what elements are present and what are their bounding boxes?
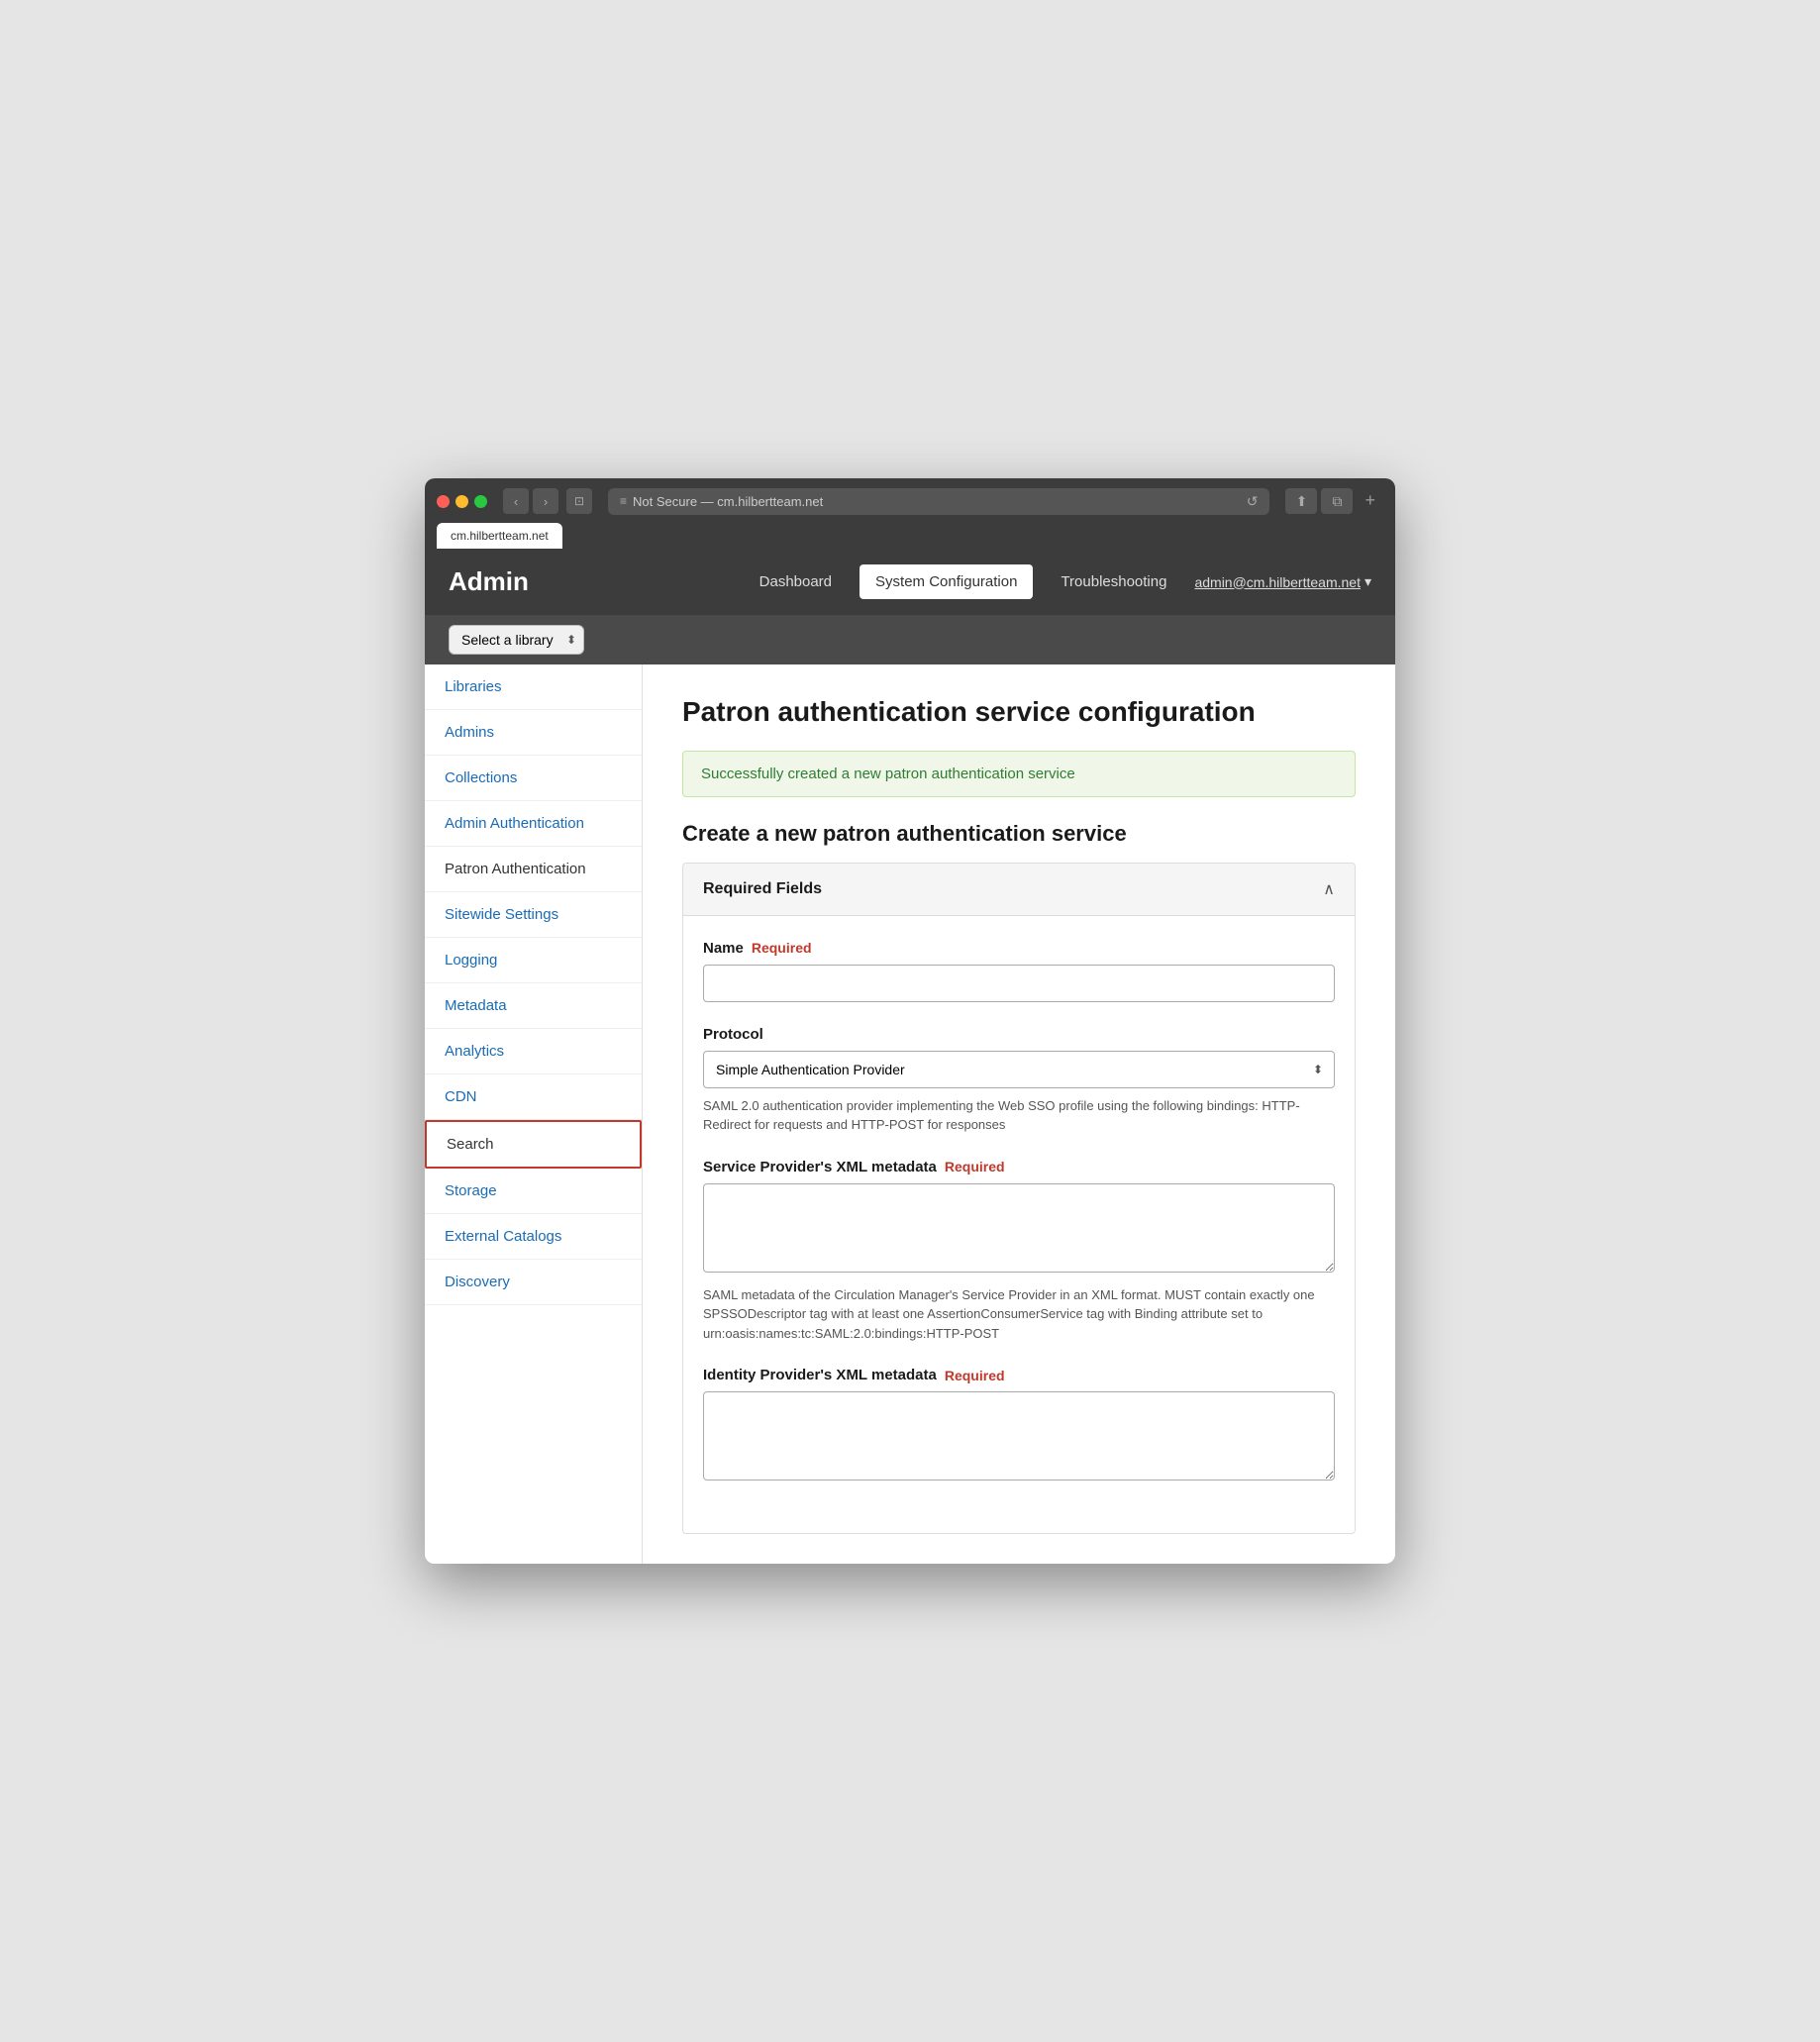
sidebar-item-admins[interactable]: Admins: [425, 710, 642, 756]
header-user[interactable]: admin@cm.hilbertteam.net ▾: [1194, 573, 1371, 590]
duplicate-tab-button[interactable]: ⧉: [1321, 488, 1353, 514]
success-message: Successfully created a new patron authen…: [701, 766, 1075, 782]
sidebar-item-storage[interactable]: Storage: [425, 1169, 642, 1214]
sp-xml-required-badge: Required: [945, 1159, 1005, 1174]
sidebar: Libraries Admins Collections Admin Authe…: [425, 664, 643, 1564]
reload-button[interactable]: ↺: [1247, 493, 1259, 510]
create-section-title: Create a new patron authentication servi…: [682, 821, 1356, 847]
header-nav: Dashboard System Configuration Troublesh…: [759, 564, 1371, 600]
browser-chrome: ‹ › ⊡ ≡ Not Secure — cm.hilbertteam.net …: [425, 478, 1395, 549]
close-traffic-light[interactable]: [437, 495, 450, 508]
library-select-wrapper: Select a library: [449, 625, 584, 655]
back-button[interactable]: ‹: [503, 488, 529, 514]
sidebar-item-analytics[interactable]: Analytics: [425, 1029, 642, 1074]
main-layout: Libraries Admins Collections Admin Authe…: [425, 664, 1395, 1564]
sp-xml-label-text: Service Provider's XML metadata: [703, 1159, 937, 1175]
panel-header: Required Fields ∧: [683, 864, 1355, 916]
sidebar-item-external-catalogs[interactable]: External Catalogs: [425, 1214, 642, 1260]
browser-actions: ⬆ ⧉ +: [1285, 488, 1383, 514]
sidebar-item-libraries[interactable]: Libraries: [425, 664, 642, 710]
nav-troubleshooting[interactable]: Troubleshooting: [1061, 573, 1166, 590]
required-fields-panel: Required Fields ∧ Name Required: [682, 863, 1356, 1535]
sidebar-item-collections[interactable]: Collections: [425, 756, 642, 801]
idp-xml-required-badge: Required: [945, 1368, 1005, 1383]
share-button[interactable]: ⬆: [1285, 488, 1317, 514]
sidebar-item-admin-authentication[interactable]: Admin Authentication: [425, 801, 642, 847]
sidebar-item-logging[interactable]: Logging: [425, 938, 642, 983]
protocol-label: Protocol: [703, 1026, 1335, 1043]
name-label-text: Name: [703, 940, 744, 957]
sp-xml-field-group: Service Provider's XML metadata Required…: [703, 1159, 1335, 1344]
maximize-traffic-light[interactable]: [474, 495, 487, 508]
sidebar-item-sitewide-settings[interactable]: Sitewide Settings: [425, 892, 642, 938]
minimize-traffic-light[interactable]: [455, 495, 468, 508]
browser-nav-buttons: ‹ ›: [503, 488, 558, 514]
protocol-select-wrapper: Simple Authentication Provider SAML 2.0 …: [703, 1051, 1335, 1088]
panel-header-title: Required Fields: [703, 880, 822, 898]
traffic-lights: [437, 495, 487, 508]
page-title: Patron authentication service configurat…: [682, 694, 1356, 730]
name-input[interactable]: [703, 965, 1335, 1002]
sp-xml-label: Service Provider's XML metadata Required: [703, 1159, 1335, 1175]
name-label: Name Required: [703, 940, 1335, 957]
content-area: Patron authentication service configurat…: [643, 664, 1395, 1564]
protocol-select[interactable]: Simple Authentication Provider SAML 2.0 …: [703, 1051, 1335, 1088]
browser-titlebar: ‹ › ⊡ ≡ Not Secure — cm.hilbertteam.net …: [437, 488, 1383, 515]
name-field-group: Name Required: [703, 940, 1335, 1002]
name-required-badge: Required: [752, 940, 812, 956]
sidebar-item-search[interactable]: Search: [425, 1120, 642, 1169]
idp-xml-label-text: Identity Provider's XML metadata: [703, 1367, 937, 1383]
sp-xml-help-text: SAML metadata of the Circulation Manager…: [703, 1285, 1335, 1344]
user-email: admin@cm.hilbertteam.net: [1194, 574, 1361, 590]
nav-system-configuration[interactable]: System Configuration: [859, 564, 1033, 600]
address-text: Not Secure — cm.hilbertteam.net: [633, 494, 823, 509]
protocol-label-text: Protocol: [703, 1026, 763, 1043]
address-bar: ≡ Not Secure — cm.hilbertteam.net ↺: [608, 488, 1269, 515]
library-select[interactable]: Select a library: [449, 625, 584, 655]
protocol-help-text: SAML 2.0 authentication provider impleme…: [703, 1096, 1335, 1135]
idp-xml-label: Identity Provider's XML metadata Require…: [703, 1367, 1335, 1383]
panel-body: Name Required Protocol Simple Authentica…: [683, 916, 1355, 1534]
user-dropdown-icon: ▾: [1365, 573, 1371, 590]
app-title: Admin: [449, 566, 529, 597]
active-tab[interactable]: cm.hilbertteam.net: [437, 523, 562, 549]
sidebar-item-metadata[interactable]: Metadata: [425, 983, 642, 1029]
new-tab-button[interactable]: +: [1357, 488, 1383, 512]
browser-window: ‹ › ⊡ ≡ Not Secure — cm.hilbertteam.net …: [425, 478, 1395, 1564]
app-header: Admin Dashboard System Configuration Tro…: [425, 549, 1395, 616]
forward-button[interactable]: ›: [533, 488, 558, 514]
success-banner: Successfully created a new patron authen…: [682, 751, 1356, 797]
sidebar-item-cdn[interactable]: CDN: [425, 1074, 642, 1120]
sidebar-item-patron-authentication[interactable]: Patron Authentication: [425, 847, 642, 892]
nav-dashboard[interactable]: Dashboard: [759, 573, 832, 590]
tab-bar: cm.hilbertteam.net: [437, 523, 1383, 549]
sidebar-item-discovery[interactable]: Discovery: [425, 1260, 642, 1305]
tab-view-button[interactable]: ⊡: [566, 488, 592, 514]
library-select-bar: Select a library: [425, 615, 1395, 664]
sp-xml-textarea[interactable]: [703, 1183, 1335, 1273]
panel-collapse-button[interactable]: ∧: [1323, 879, 1335, 899]
idp-xml-field-group: Identity Provider's XML metadata Require…: [703, 1367, 1335, 1485]
protocol-field-group: Protocol Simple Authentication Provider …: [703, 1026, 1335, 1135]
idp-xml-textarea[interactable]: [703, 1391, 1335, 1480]
